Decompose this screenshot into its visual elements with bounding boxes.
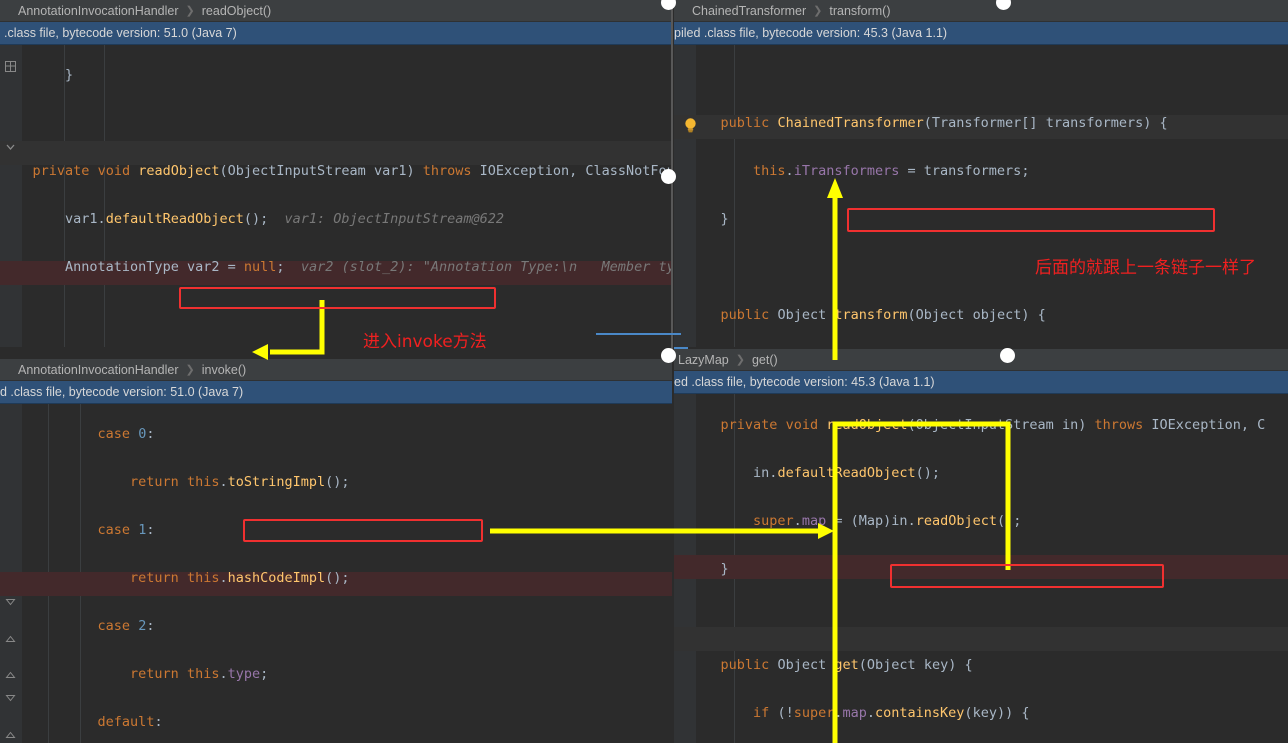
bytecode-notice-bottom-left: d .class file, bytecode version: 51.0 (J… [0, 381, 672, 404]
editor-top-right[interactable]: public ChainedTransformer(Transformer[] … [674, 45, 1288, 347]
breadcrumb-method[interactable]: invoke() [202, 363, 246, 377]
redbox-iterator-call [179, 287, 496, 309]
bytecode-notice-top-right: piled .class file, bytecode version: 45.… [674, 22, 1288, 45]
breadcrumb-bottom-right[interactable]: LazyMap ❯ get() [674, 349, 1288, 371]
breadcrumb-class[interactable]: LazyMap [678, 353, 729, 367]
breadcrumb-top-right[interactable]: ChainedTransformer ❯ transform() [674, 0, 1288, 22]
splitter-handle-middle[interactable] [661, 169, 676, 184]
panel-bottom-right: LazyMap ❯ get() ed .class file, bytecode… [674, 349, 1288, 743]
breadcrumb-method[interactable]: transform() [829, 4, 890, 18]
note-invoke: 进入invoke方法 [363, 332, 487, 352]
breadcrumb-method[interactable]: get() [752, 353, 778, 367]
chevron-right-icon: ❯ [185, 5, 195, 17]
code-bottom-left[interactable]: case 0: return this.toStringImpl(); case… [0, 404, 667, 743]
breadcrumb-bottom-left[interactable]: AnnotationInvocationHandler ❯ invoke() [0, 359, 672, 381]
code-top-right[interactable]: public ChainedTransformer(Transformer[] … [688, 45, 1265, 347]
chevron-right-icon: ❯ [185, 364, 195, 376]
breadcrumb-method[interactable]: readObject() [202, 4, 271, 18]
editor-bottom-left[interactable]: case 0: return this.toStringImpl(); case… [0, 404, 672, 743]
redbox-transform-call [847, 208, 1215, 232]
bytecode-notice-top-left: .class file, bytecode version: 51.0 (Jav… [0, 22, 672, 45]
redbox-factory-transform [890, 564, 1164, 588]
breadcrumb-class[interactable]: AnnotationInvocationHandler [18, 363, 179, 377]
breadcrumb-class[interactable]: AnnotationInvocationHandler [18, 4, 179, 18]
panel-top-right: ChainedTransformer ❯ transform() piled .… [674, 0, 1288, 347]
note-chain: 后面的就跟上一条链子一样了 [1035, 258, 1256, 278]
chevron-right-icon: ❯ [735, 354, 745, 366]
chevron-right-icon: ❯ [813, 5, 823, 17]
bytecode-notice-bottom-right: ed .class file, bytecode version: 45.3 (… [674, 371, 1288, 394]
splitter-handle-right[interactable] [1000, 348, 1015, 363]
scroll-indicator-left [596, 333, 681, 335]
redbox-membervalues-get [243, 519, 483, 542]
splitter-handle-left[interactable] [661, 348, 676, 363]
scroll-indicator-right [674, 347, 688, 349]
ide-debug-screenshot: AnnotationInvocationHandler ❯ readObject… [0, 0, 1288, 743]
breadcrumb-top-left[interactable]: AnnotationInvocationHandler ❯ readObject… [0, 0, 672, 22]
breadcrumb-class[interactable]: ChainedTransformer [692, 4, 806, 18]
panel-bottom-left: AnnotationInvocationHandler ❯ invoke() d… [0, 359, 672, 743]
